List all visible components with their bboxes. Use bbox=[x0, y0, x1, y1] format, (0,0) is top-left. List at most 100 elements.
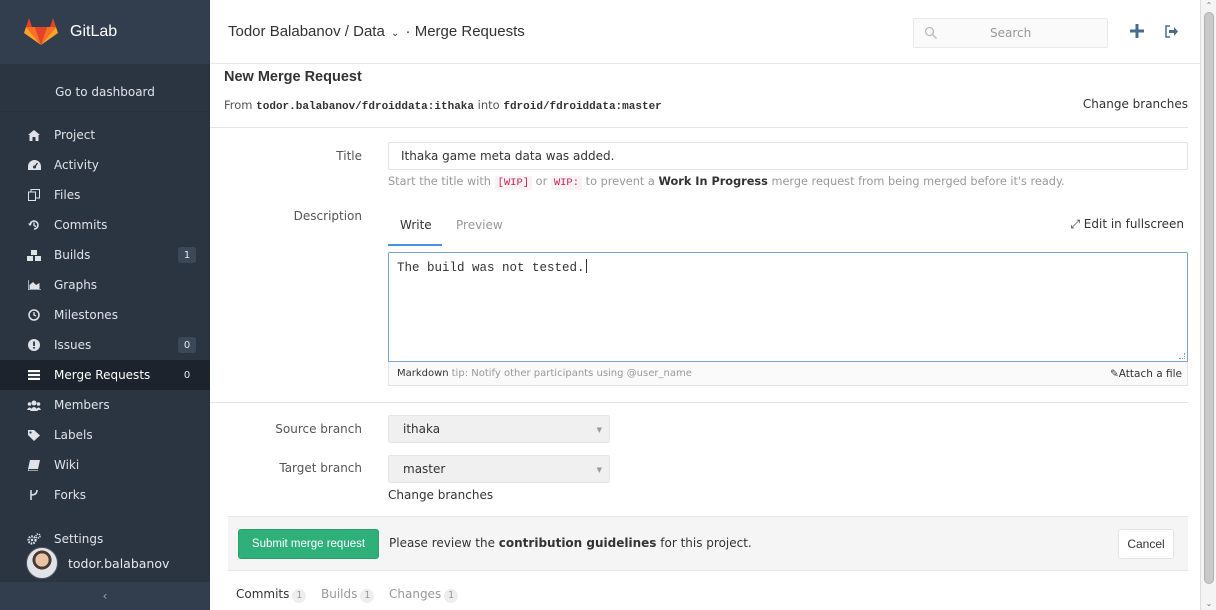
sidebar-item-members[interactable]: Members bbox=[0, 390, 210, 420]
collapse-sidebar-button[interactable]: ‹ bbox=[0, 582, 210, 610]
tab-label: Builds bbox=[321, 587, 358, 601]
review-suffix: for this project. bbox=[660, 536, 752, 550]
tab-preview[interactable]: Preview bbox=[456, 218, 503, 232]
tab-label: Commits bbox=[236, 587, 290, 601]
chevron-down-icon[interactable]: ⌄ bbox=[391, 28, 399, 39]
sidebar-item-label: Files bbox=[54, 188, 81, 202]
resize-handle-icon[interactable] bbox=[1179, 353, 1185, 359]
sidebar-item-label: Forks bbox=[54, 488, 86, 502]
area-chart-icon bbox=[26, 280, 42, 290]
hint-mid: to prevent a bbox=[585, 175, 655, 188]
tasks-icon bbox=[26, 370, 42, 380]
sidebar-item-commits[interactable]: Commits bbox=[0, 210, 210, 240]
markdown-tip-bar: Markdown tip: Notify other participants … bbox=[388, 362, 1188, 386]
logo-bar[interactable]: GitLab bbox=[0, 0, 210, 64]
hint-or: or bbox=[535, 175, 548, 188]
issues-count-badge: 0 bbox=[178, 337, 196, 353]
contribution-guidelines-link[interactable]: contribution guidelines bbox=[499, 536, 657, 550]
sidebar-item-builds[interactable]: Builds 1 bbox=[0, 240, 210, 270]
sidebar-item-files[interactable]: Files bbox=[0, 180, 210, 210]
tab-label: Changes bbox=[389, 587, 442, 601]
scroll-up-arrow-icon[interactable]: ⌃ bbox=[1204, 1, 1214, 11]
tab-changes[interactable]: Changes 1 bbox=[389, 587, 459, 603]
exclamation-circle-icon bbox=[26, 339, 42, 351]
username: todor.balabanov bbox=[68, 555, 170, 571]
breadcrumb-separator: / bbox=[344, 23, 349, 40]
tab-commits[interactable]: Commits 1 bbox=[236, 587, 307, 603]
current-user[interactable]: todor.balabanov bbox=[0, 547, 210, 579]
sidebar-item-milestones[interactable]: Milestones bbox=[0, 300, 210, 330]
form-actions: Submit merge request Please review the c… bbox=[228, 516, 1188, 571]
attach-label: Attach a file bbox=[1118, 367, 1182, 380]
fullscreen-label: Edit in fullscreen bbox=[1083, 217, 1184, 231]
submit-merge-request-button[interactable]: Submit merge request bbox=[238, 529, 379, 559]
sidebar-item-label: Merge Requests bbox=[54, 368, 151, 382]
tab-builds[interactable]: Builds 1 bbox=[321, 587, 375, 603]
sidebar-item-graphs[interactable]: Graphs bbox=[0, 270, 210, 300]
search-placeholder: Search bbox=[990, 26, 1032, 40]
users-icon bbox=[26, 400, 42, 411]
into-word: into bbox=[477, 98, 500, 112]
title-field[interactable]: Ithaka game meta data was added. bbox=[388, 142, 1188, 170]
sidebar-item-label: Members bbox=[54, 398, 110, 412]
files-icon bbox=[26, 189, 42, 201]
plus-icon[interactable] bbox=[1130, 24, 1144, 38]
active-tab-indicator bbox=[388, 244, 442, 246]
code-fork-icon bbox=[26, 489, 42, 501]
book-icon bbox=[26, 459, 42, 471]
scrollbar-thumb[interactable] bbox=[1204, 12, 1214, 584]
sidebar-item-forks[interactable]: Forks bbox=[0, 480, 210, 510]
scroll-down-arrow-icon[interactable]: ⌄ bbox=[1204, 599, 1214, 609]
project-nav: Project Activity Files Commits Builds 1 … bbox=[0, 112, 210, 510]
sidebar-item-label: Labels bbox=[54, 428, 93, 442]
sidebar-item-labels[interactable]: Labels bbox=[0, 420, 210, 450]
breadcrumb: Todor Balabanov / Data ⌄ · Merge Request… bbox=[228, 23, 525, 40]
hint-text: Start the title with bbox=[388, 175, 491, 188]
description-label: Description bbox=[293, 209, 362, 223]
sidebar-item-activity[interactable]: Activity bbox=[0, 150, 210, 180]
sidebar-item-merge-requests[interactable]: Merge Requests 0 bbox=[0, 360, 210, 390]
dashboard-icon bbox=[26, 160, 42, 170]
count-badge: 1 bbox=[444, 589, 459, 603]
sidebar-item-label: Activity bbox=[54, 158, 99, 172]
sidebar-item-label: Milestones bbox=[54, 308, 118, 322]
chevron-left-icon: ‹ bbox=[102, 589, 108, 603]
sign-out-icon[interactable] bbox=[1165, 25, 1179, 38]
source-branch-select[interactable]: ithaka ▼ bbox=[388, 415, 610, 443]
change-branches-link[interactable]: Change branches bbox=[388, 488, 493, 502]
sidebar-item-label: Wiki bbox=[54, 458, 80, 472]
breadcrumb-user[interactable]: Todor Balabanov bbox=[228, 23, 341, 40]
sidebar-item-issues[interactable]: Issues 0 bbox=[0, 330, 210, 360]
sidebar-item-project[interactable]: Project bbox=[0, 120, 210, 150]
breadcrumb-project[interactable]: Data bbox=[353, 23, 385, 40]
page-scrollbar[interactable]: ⌃ ⌄ bbox=[1200, 0, 1216, 610]
top-header: Todor Balabanov / Data ⌄ · Merge Request… bbox=[210, 0, 1200, 64]
target-branch-label: Target branch bbox=[279, 461, 362, 475]
divider bbox=[210, 402, 1188, 403]
change-branches-top-link[interactable]: Change branches bbox=[1083, 97, 1188, 111]
cubes-icon bbox=[26, 249, 42, 261]
title-value: Ithaka game meta data was added. bbox=[401, 149, 615, 163]
home-icon bbox=[26, 129, 42, 141]
source-branch-label: Source branch bbox=[275, 422, 362, 436]
wip-hint: Start the title with [WIP] or WIP: to pr… bbox=[388, 175, 1065, 190]
description-textarea[interactable]: The build was not tested. bbox=[388, 252, 1188, 362]
count-badge: 1 bbox=[360, 589, 375, 603]
cancel-button[interactable]: Cancel bbox=[1118, 529, 1174, 559]
tab-write[interactable]: Write bbox=[400, 218, 432, 232]
breadcrumb-page: · Merge Requests bbox=[405, 23, 525, 40]
hint-suffix: merge request from being merged before i… bbox=[771, 175, 1065, 188]
attach-file-button[interactable]: ✎Attach a file bbox=[1110, 368, 1182, 380]
divider bbox=[210, 127, 1188, 128]
search-input[interactable]: Search bbox=[913, 18, 1108, 48]
target-branch-select[interactable]: master ▼ bbox=[388, 455, 610, 483]
caret-down-icon: ▼ bbox=[596, 466, 602, 474]
edit-fullscreen-button[interactable]: ⤢ Edit in fullscreen bbox=[1070, 217, 1184, 232]
wip-code: [WIP] bbox=[494, 176, 533, 190]
sidebar-item-wiki[interactable]: Wiki bbox=[0, 450, 210, 480]
go-to-dashboard-link[interactable]: Go to dashboard bbox=[0, 72, 210, 112]
paperclip-icon: ✎ bbox=[1109, 367, 1119, 380]
sidebar-item-label: Settings bbox=[54, 532, 104, 546]
markdown-link[interactable]: Markdown bbox=[397, 368, 449, 379]
main-content: New Merge Request From todor.balabanov/f… bbox=[210, 64, 1200, 610]
